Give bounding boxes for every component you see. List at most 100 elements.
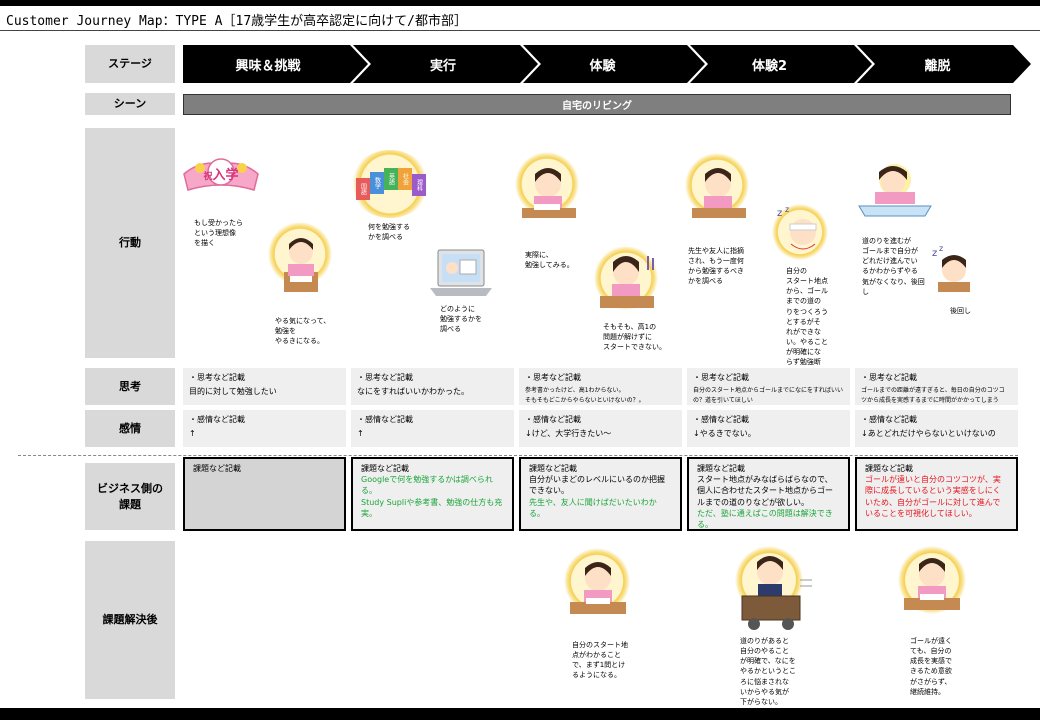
business-cell-5: 課題など記載 ゴールが遠いと自分のコツコツが、実際に成長しているという実感をしに… [855, 457, 1018, 531]
book-social-label: 社会 [398, 168, 412, 190]
student-postpone-icon: z z [932, 244, 970, 292]
thought-body: 目的に対して勉強したい [189, 387, 277, 396]
student-trolley-icon [741, 556, 812, 630]
book-english-label: 英語 [384, 168, 398, 190]
emotion-heading: ・感情など記載 [525, 415, 581, 424]
svg-text:z: z [777, 208, 782, 219]
thought-cell-5: ・思考など記載 ゴールまでの距離が遠すぎると、毎日の自分のコツコ ツから成長を実… [855, 368, 1018, 405]
after-text-2: 道のりがあると 自分のやること が明確で、なにを やるかというとこ ろに悩まされ… [740, 637, 796, 706]
emotion-cell-1: ・感情など記載 ↑ [183, 410, 346, 447]
student-motivated-icon [284, 238, 318, 292]
row-label-scene: シーン [85, 93, 175, 115]
emotion-body: ↓やるきでない。 [693, 429, 756, 438]
bottom-bar [0, 708, 1040, 720]
action-text-1: もし受かったら という理想像 を描く [194, 219, 243, 248]
book-science-label: 理科 [412, 174, 426, 196]
thought-heading: ・思考など記載 [189, 373, 245, 382]
business-heading: 課題など記載 [697, 464, 745, 473]
action-text-3: 何を勉強する かを調べる [368, 223, 410, 242]
business-heading: 課題など記載 [865, 464, 913, 473]
emotion-heading: ・感情など記載 [861, 415, 917, 424]
admission-badge-icon: 祝入学 [180, 150, 262, 206]
business-heading: 課題など記載 [529, 464, 577, 473]
business-solution-text: 先生や、友人に聞けばだいたいわかる。 [529, 497, 657, 518]
admission-icon-text: 祝 [203, 172, 213, 182]
action-text-8: 自分の スタート地点 から、ゴール までの道の りをつくろう とするがそ れがで… [786, 267, 828, 376]
admission-badge-text: 入学 [212, 168, 239, 183]
student-give-up-icon: z z [777, 205, 817, 250]
action-text-7: 先生や友人に指摘 され、もう一度何 から勉強するべき かを調べる [688, 247, 744, 286]
thought-cell-1: ・思考など記載 目的に対して勉強したい [183, 368, 346, 405]
business-issue-text: 自分がいまどのレベルにいるのか把握できない。 [529, 475, 665, 496]
row-label-business: ビジネス側の 課題 [85, 463, 175, 530]
book-math-label: 数学 [370, 172, 384, 194]
stage-experience2: 体験2 [751, 58, 788, 74]
emotion-body: ↓あとどれだけやらないといけないの [861, 429, 996, 438]
action-text-6: そもそも、高1の 問題が解けずに スタートできない。 [603, 323, 666, 352]
svg-text:z: z [939, 244, 943, 253]
row-label-action: 行動 [85, 128, 175, 358]
emotion-cell-5: ・感情など記載 ↓あとどれだけやらないといけないの [855, 410, 1018, 447]
thought-heading: ・思考など記載 [861, 373, 917, 382]
thought-heading: ・思考など記載 [525, 373, 581, 382]
business-heading: 課題など記載 [193, 464, 241, 473]
section-divider [18, 455, 1018, 456]
thought-body: なにをすればいいかわかった。 [357, 387, 469, 396]
action-text-2: やる気になって、 勉強を やるきになる。 [275, 317, 331, 346]
emotion-cell-4: ・感情など記載 ↓やるきでない。 [687, 410, 850, 447]
emotion-cell-2: ・感情など記載 ↑ [351, 410, 514, 447]
action-text-9: 道のりを進むが ゴールまで自分が どれだけ進んでい るかわからずやる 気がなくな… [862, 237, 925, 296]
business-cell-4: 課題など記載 スタート地点がみなばらばらなので、個人に合わせたスタート地点からゴ… [687, 457, 850, 531]
thought-body: ゴールまでの距離が遠すぎると、毎日の自分のコツコ ツから成長を実感するまでに時間… [861, 387, 1005, 404]
action-text-4: どのように 勉強するかを 調べる [440, 305, 482, 334]
row-label-emotion: 感情 [85, 410, 175, 447]
stage-experience: 体験 [589, 58, 616, 74]
book-japanese-label: 国語 [356, 178, 370, 200]
thought-heading: ・思考など記載 [693, 373, 749, 382]
business-cell-3: 課題など記載 自分がいまどのレベルにいるのか把握できない。 先生や、友人に聞けば… [519, 457, 682, 531]
svg-text:z: z [785, 205, 789, 214]
student-headache-icon [600, 256, 654, 308]
business-solution-text: Googleで何を勉強するかは調べられる。 Study Supliや参考書、勉強… [361, 475, 503, 518]
title-divider [0, 30, 1040, 31]
thought-body: 自分のスタート地点からゴールまでになにをすればいい の？道を引いてほしい [693, 387, 844, 404]
business-issue-highlight: ゴールが遠いと自分のコツコツが、実際に成長しているという実感をしにくいため、自分… [865, 475, 1001, 518]
emotion-cell-3: ・感情など記載 ↓けど、大学行きたい〜 [519, 410, 682, 447]
thought-heading: ・思考など記載 [357, 373, 413, 382]
subject-books-icon: 国語 数学 英語 社会 理科 [356, 166, 426, 206]
business-cell-1: 課題など記載 [183, 457, 346, 531]
student-solving-icon [570, 562, 626, 614]
scene-bar: 自宅のリビング [183, 94, 1011, 115]
student-studying-icon [522, 168, 576, 218]
row-label-stage: ステージ [85, 45, 175, 83]
action-text-10: 後回し [950, 307, 971, 315]
emotion-body: ↑ [357, 429, 364, 438]
action-text-5: 実際に、 勉強してみる。 [525, 251, 574, 270]
stage-execute: 実行 [429, 58, 456, 74]
business-heading: 課題など記載 [361, 464, 409, 473]
emotion-heading: ・感情など記載 [357, 415, 413, 424]
business-solution-text: ただ、塾に通えばこの問題は解決できる。 [697, 508, 833, 529]
emotion-heading: ・感情など記載 [189, 415, 245, 424]
emotion-body: ↓けど、大学行きたい〜 [525, 429, 612, 438]
emotion-body: ↑ [189, 429, 196, 438]
emotion-heading: ・感情など記載 [693, 415, 749, 424]
business-issue-text: スタート地点がみなばらばらなので、個人に合わせたスタート地点からゴールまでの道の… [697, 475, 833, 507]
laptop-study-icon [430, 249, 492, 296]
after-text-1: 自分のスタート地 点がわかること で、まず1問とけ るようになる。 [572, 641, 628, 680]
thought-body: 参考書かったけど、高1わからない。 そもそもどこからやらないといけないの？。 [525, 387, 645, 404]
thought-cell-4: ・思考など記載 自分のスタート地点からゴールまでになにをすればいい の？道を引い… [687, 368, 850, 405]
business-cell-2: 課題など記載 Googleで何を勉強するかは調べられる。 Study Supli… [351, 457, 514, 531]
top-bar [0, 0, 1040, 6]
stage-leave: 離脱 [924, 58, 951, 74]
row-label-thought: 思考 [85, 368, 175, 405]
page-title: Customer Journey Map：TYPE A［17歳学生が高卒認定に向… [6, 14, 467, 29]
student-research-icon [692, 168, 746, 218]
stage-interest: 興味＆挑戦 [235, 58, 301, 74]
svg-text:z: z [932, 248, 937, 259]
row-label-after: 課題解決後 [85, 541, 175, 699]
thought-cell-2: ・思考など記載 なにをすればいいかわかった。 [351, 368, 514, 405]
student-growth-icon [904, 558, 960, 610]
after-text-3: ゴールが遠く ても、自分の 成長を実感で きるため意欲 がさがらず、 継続維持。 [910, 637, 952, 696]
student-sleeping-desk-icon [858, 164, 932, 217]
